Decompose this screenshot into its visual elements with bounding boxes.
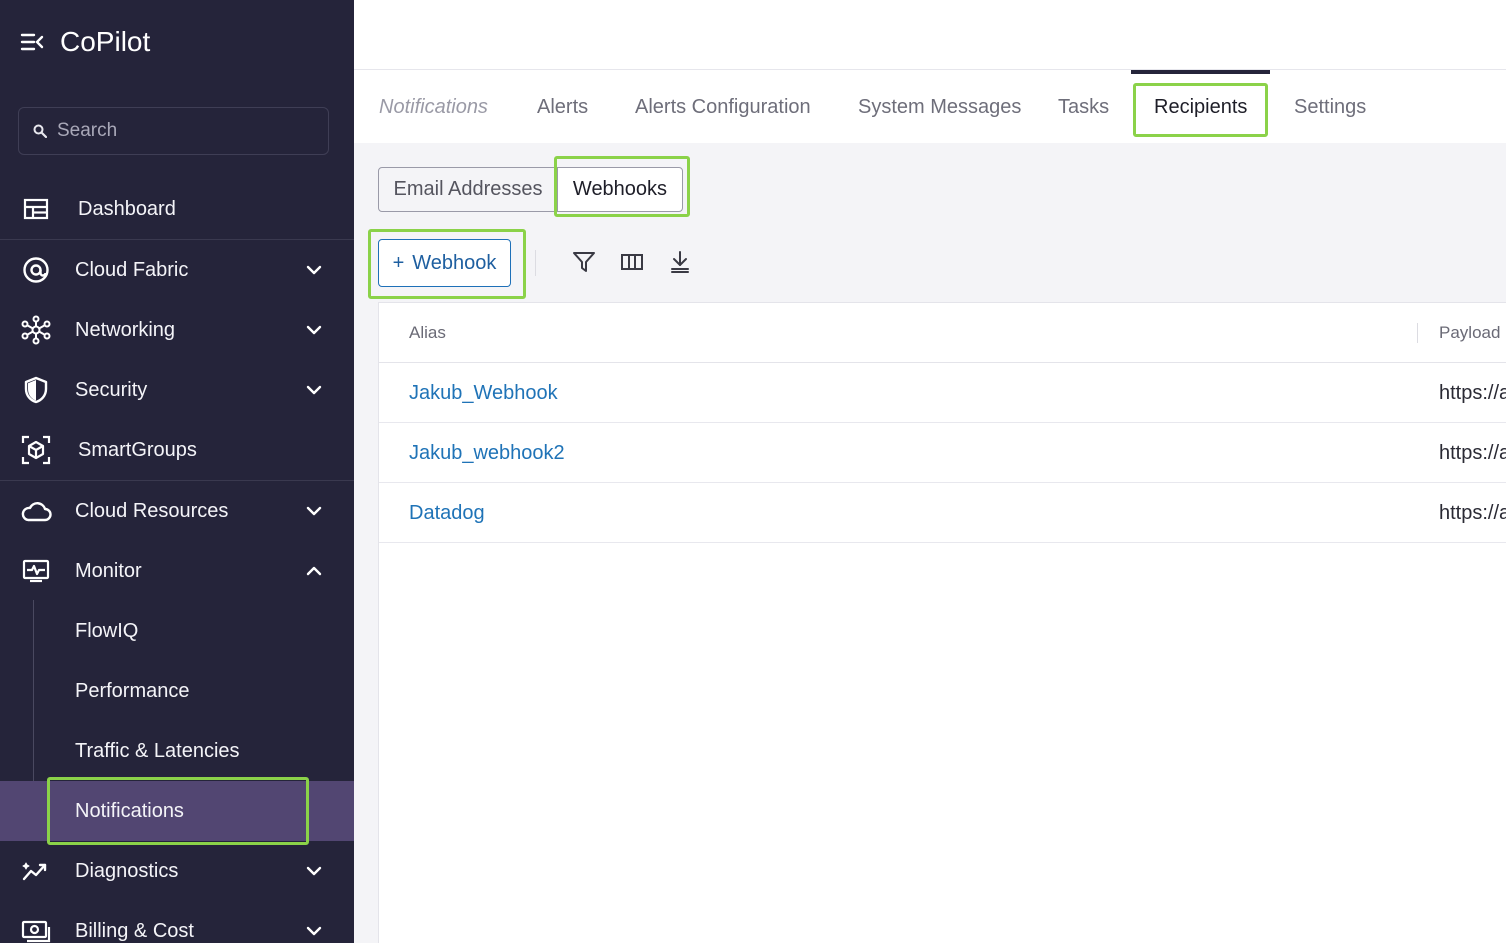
- brand: CoPilot: [20, 22, 150, 62]
- sidebar-item-label: Networking: [75, 318, 176, 341]
- column-header-alias[interactable]: Alias: [409, 303, 446, 363]
- column-header-payload-url[interactable]: Payload U: [1439, 303, 1506, 363]
- search-input[interactable]: [57, 120, 317, 142]
- sidebar-subitem-label: FlowIQ: [75, 619, 139, 642]
- toolbar-separator: [535, 250, 536, 276]
- alias-link[interactable]: Jakub_Webhook: [409, 363, 558, 423]
- sidebar-item-dashboard[interactable]: Dashboard: [0, 179, 354, 239]
- tab-alerts-configuration[interactable]: Alerts Configuration: [635, 71, 811, 143]
- table-row[interactable]: Jakub_webhook2 https://a: [379, 423, 1506, 483]
- sidebar-subitem-flowiq[interactable]: FlowIQ: [0, 601, 354, 661]
- chevron-down-icon[interactable]: [302, 258, 326, 282]
- cloud-icon: [20, 495, 52, 527]
- highlight-box: [368, 229, 526, 299]
- highlight-box: [47, 777, 309, 845]
- payload-url-cell: https://a: [1439, 381, 1506, 404]
- sidebar-item-label: Cloud Resources: [75, 499, 229, 522]
- sidebar-item-label: Cloud Fabric: [75, 258, 189, 281]
- filter-icon[interactable]: [570, 248, 598, 276]
- monitor-icon: [20, 555, 52, 587]
- sidebar-item-smartgroups[interactable]: SmartGroups: [0, 420, 354, 480]
- shield-icon: [20, 374, 52, 406]
- cloud-fabric-icon: [20, 254, 52, 286]
- search-icon: [33, 123, 49, 139]
- sidebar-item-monitor[interactable]: Monitor: [0, 541, 354, 601]
- sidebar-item-billing-cost[interactable]: Billing & Cost: [0, 901, 354, 943]
- billing-icon: [20, 915, 52, 943]
- sidebar-item-networking[interactable]: Networking: [0, 300, 354, 360]
- networking-icon: [20, 314, 52, 346]
- chevron-down-icon[interactable]: [302, 499, 326, 523]
- sidebar-subitem-performance[interactable]: Performance: [0, 661, 354, 721]
- smartgroups-icon: [20, 434, 52, 466]
- tab-settings[interactable]: Settings: [1294, 71, 1366, 143]
- chevron-down-icon[interactable]: [302, 378, 326, 402]
- tab-notifications[interactable]: Notifications: [379, 71, 488, 143]
- sidebar-item-label: Dashboard: [78, 197, 176, 220]
- chevron-down-icon[interactable]: [302, 318, 326, 342]
- sidebar: CoPilot Dashboard Cloud Fabric Networkin…: [0, 0, 354, 943]
- webhooks-table: Alias Payload U Jakub_Webhook https://a …: [378, 302, 1506, 943]
- collapse-menu-icon[interactable]: [20, 31, 46, 53]
- column-resize-handle[interactable]: [1417, 323, 1418, 343]
- sidebar-item-label: SmartGroups: [78, 438, 197, 461]
- table-row[interactable]: Jakub_Webhook https://a: [379, 363, 1506, 423]
- sidebar-subitem-label: Traffic & Latencies: [75, 739, 240, 762]
- tab-bar: Notifications Alerts Alerts Configuratio…: [354, 71, 1506, 143]
- segment-email-addresses[interactable]: Email Addresses: [378, 167, 558, 212]
- columns-icon[interactable]: [618, 248, 646, 276]
- chevron-down-icon[interactable]: [302, 919, 326, 943]
- sidebar-subitem-traffic-latencies[interactable]: Traffic & Latencies: [0, 721, 354, 781]
- top-bar: [354, 0, 1506, 70]
- sidebar-item-diagnostics[interactable]: Diagnostics: [0, 841, 354, 901]
- sidebar-item-label: Monitor: [75, 559, 142, 582]
- table-header: Alias Payload U: [379, 303, 1506, 363]
- diagnostics-icon: [20, 855, 52, 887]
- active-tab-indicator: [1131, 70, 1270, 74]
- sidebar-item-label: Diagnostics: [75, 859, 179, 882]
- search-box[interactable]: [18, 107, 329, 155]
- app-title: CoPilot: [60, 26, 151, 57]
- tab-tasks[interactable]: Tasks: [1058, 71, 1109, 143]
- dashboard-icon: [20, 193, 52, 225]
- tab-system-messages[interactable]: System Messages: [858, 71, 1021, 143]
- tab-alerts[interactable]: Alerts: [537, 71, 588, 143]
- sidebar-item-cloud-resources[interactable]: Cloud Resources: [0, 481, 354, 541]
- sidebar-item-security[interactable]: Security: [0, 360, 354, 420]
- table-row[interactable]: Datadog https://a: [379, 483, 1506, 543]
- sidebar-subitem-label: Performance: [75, 679, 190, 702]
- sidebar-item-label: Security: [75, 378, 148, 401]
- payload-url-cell: https://a: [1439, 501, 1506, 524]
- download-icon[interactable]: [666, 248, 694, 276]
- chevron-up-icon[interactable]: [302, 559, 326, 583]
- alias-link[interactable]: Datadog: [409, 483, 485, 543]
- highlight-box: [1133, 83, 1268, 137]
- sidebar-item-cloud-fabric[interactable]: Cloud Fabric: [0, 240, 354, 300]
- alias-link[interactable]: Jakub_webhook2: [409, 423, 565, 483]
- highlight-box: [554, 156, 690, 217]
- payload-url-cell: https://a: [1439, 441, 1506, 464]
- chevron-down-icon[interactable]: [302, 859, 326, 883]
- sidebar-item-label: Billing & Cost: [75, 919, 194, 942]
